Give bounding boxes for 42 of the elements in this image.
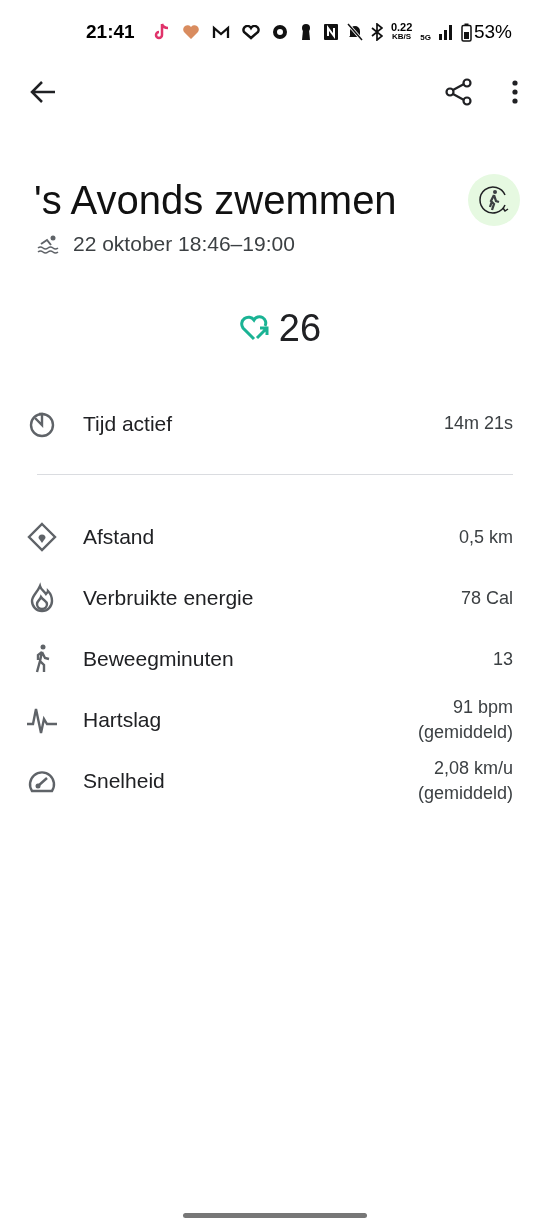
heart-icon (182, 24, 200, 40)
more-options-icon (512, 80, 518, 104)
metric-value: 14m 21s (443, 412, 513, 435)
activity-title: 's Avonds zwemmen (34, 177, 397, 224)
metric-label: Hartslag (83, 707, 162, 734)
metric-value: 78 Cal (460, 586, 513, 610)
share-button[interactable] (444, 77, 474, 107)
metric-note: (gemiddeld) (417, 721, 513, 744)
bluetooth-icon (370, 23, 383, 41)
network-speed: 0.22 (390, 23, 413, 32)
walking-person-icon (477, 183, 511, 217)
music-note-icon (154, 23, 170, 41)
bell-muted-icon (346, 23, 363, 41)
metric-note: (gemiddeld) (417, 782, 513, 805)
metric-value: 0,5 km (458, 525, 513, 549)
network-speed-unit: KB/S (392, 32, 412, 41)
metric-value: 2,08 km/u (433, 757, 513, 780)
nfc-icon (322, 23, 339, 41)
battery-level: 53% (473, 19, 512, 44)
metric-value: 91 bpm (452, 696, 513, 719)
swimming-icon (37, 233, 59, 254)
heart-points-icon (238, 313, 271, 342)
mail-icon (212, 24, 230, 40)
metric-label: Snelheid (83, 768, 165, 795)
heart-outline-icon (242, 24, 260, 40)
metric-value: 13 (492, 647, 513, 671)
metric-label: Verbruikte energie (83, 585, 254, 612)
metric-label: Tijd actief (83, 410, 173, 437)
back-arrow-icon (30, 80, 56, 104)
metric-label: Afstand (83, 524, 155, 551)
location-pin-icon (26, 521, 58, 553)
keyhole-icon (300, 23, 312, 41)
share-icon (445, 78, 473, 106)
signal-icon (438, 24, 453, 40)
ring-icon (272, 24, 288, 40)
heart-points-value: 26 (278, 305, 322, 350)
battery-icon (460, 22, 472, 42)
activity-type-button[interactable] (468, 174, 520, 226)
activity-date-time: 22 oktober 18:46–19:00 (73, 231, 295, 257)
metric-label: Beweegminuten (83, 646, 234, 673)
network-type: 5G (420, 31, 431, 44)
clock: 21:41 (86, 19, 136, 44)
